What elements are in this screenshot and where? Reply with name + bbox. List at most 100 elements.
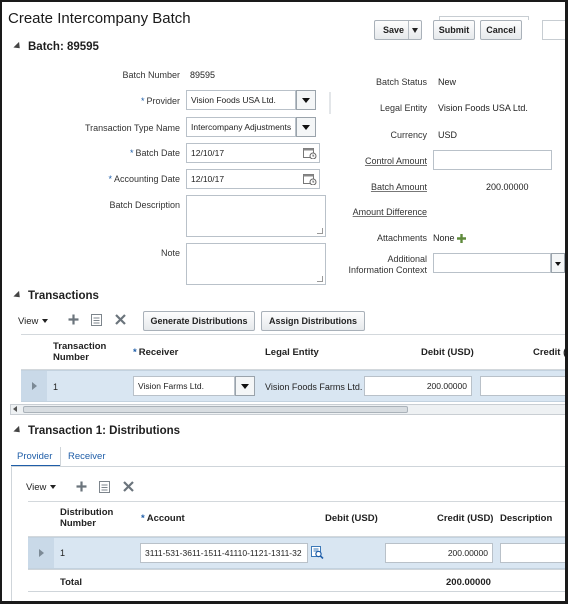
debit-column-header: Debit (USD) bbox=[325, 513, 378, 524]
generate-distributions-button[interactable]: Generate Distributions bbox=[143, 311, 255, 331]
note-field[interactable] bbox=[186, 243, 326, 285]
batch-description-label: Batch Description bbox=[109, 200, 180, 210]
required-icon: * bbox=[129, 148, 134, 158]
currency-value: USD bbox=[438, 130, 458, 140]
tab-receiver[interactable]: Receiver bbox=[68, 451, 106, 462]
required-icon: * bbox=[133, 347, 137, 358]
additional-info-label-line1: Additional bbox=[387, 254, 427, 264]
delete-icon[interactable] bbox=[123, 481, 134, 494]
collapse-icon[interactable] bbox=[13, 290, 23, 301]
additional-info-dropdown-icon[interactable] bbox=[551, 253, 565, 273]
total-credit-value: 200.00000 bbox=[446, 577, 491, 588]
submit-button[interactable]: Submit bbox=[433, 20, 475, 40]
row-expand-icon[interactable] bbox=[32, 382, 37, 390]
delete-icon[interactable] bbox=[115, 314, 126, 327]
transactions-section-header[interactable]: Transactions bbox=[13, 290, 99, 302]
additional-info-label-line2: Information Context bbox=[348, 265, 427, 275]
txn-number-header-line1: Transaction bbox=[53, 341, 107, 352]
provider-field[interactable]: Vision Foods USA Ltd. bbox=[186, 90, 296, 110]
provider-label: * Provider bbox=[140, 96, 180, 106]
transaction-type-label: Transaction Type Name bbox=[84, 123, 180, 133]
batch-section-title: Batch: 89595 bbox=[28, 41, 99, 53]
attachments-label: Attachments bbox=[376, 233, 427, 243]
additional-info-field[interactable] bbox=[433, 253, 551, 273]
resize-grip-icon[interactable] bbox=[317, 276, 323, 282]
save-button[interactable]: Save bbox=[383, 25, 404, 35]
required-icon: * bbox=[140, 96, 145, 106]
batch-description-field[interactable] bbox=[186, 195, 326, 237]
debit-field[interactable]: 200.00000 bbox=[364, 376, 472, 396]
control-amount-field[interactable] bbox=[433, 150, 552, 170]
collapse-icon[interactable] bbox=[13, 41, 23, 52]
amount-difference-label[interactable]: Amount Difference bbox=[322, 207, 427, 217]
transaction-type-field[interactable]: Intercompany Adjustments bbox=[186, 117, 296, 137]
debit-column-header: Debit (USD) bbox=[421, 347, 474, 358]
control-amount-label[interactable]: Control Amount bbox=[332, 156, 427, 166]
tab-bar-divider bbox=[11, 466, 565, 467]
receiver-field[interactable]: Vision Farms Ltd. bbox=[133, 376, 235, 396]
column-separator bbox=[329, 92, 331, 114]
transaction-type-dropdown-icon[interactable] bbox=[296, 117, 316, 137]
row-expand-icon[interactable] bbox=[39, 549, 44, 557]
required-icon: * bbox=[141, 513, 145, 524]
total-label: Total bbox=[60, 577, 82, 588]
dist-credit-field[interactable]: 200.00000 bbox=[385, 543, 493, 563]
batch-number-label: Batch Number bbox=[122, 70, 180, 80]
chevron-down-icon bbox=[50, 485, 57, 489]
transactions-section-title: Transactions bbox=[28, 290, 99, 302]
cancel-button[interactable]: Cancel bbox=[480, 20, 522, 40]
receiver-column-header: * Receiver bbox=[133, 347, 179, 358]
chevron-down-icon bbox=[42, 319, 49, 323]
save-split-button[interactable]: Save bbox=[374, 20, 422, 40]
view-menu[interactable]: View bbox=[26, 482, 57, 493]
add-attachment-icon[interactable] bbox=[456, 233, 467, 244]
add-icon[interactable] bbox=[76, 481, 87, 494]
batch-date-field[interactable]: 12/10/17 bbox=[186, 143, 320, 163]
save-menu-icon[interactable] bbox=[412, 28, 418, 33]
batch-status-value: New bbox=[438, 77, 457, 87]
currency-label: Currency bbox=[390, 130, 427, 140]
txn-number-cell: 1 bbox=[53, 382, 59, 392]
legal-entity-value: Vision Foods USA Ltd. bbox=[438, 103, 528, 113]
account-column-header: * Account bbox=[141, 513, 185, 524]
note-label: Note bbox=[160, 248, 180, 258]
txn-number-header-line2: Number bbox=[53, 352, 89, 363]
distributions-left-border bbox=[11, 467, 12, 601]
assign-distributions-button[interactable]: Assign Distributions bbox=[261, 311, 365, 331]
freeze-icon[interactable] bbox=[99, 481, 110, 495]
attachments-value: None bbox=[433, 233, 455, 243]
receiver-dropdown-icon[interactable] bbox=[235, 376, 255, 396]
calendar-icon[interactable] bbox=[303, 173, 317, 185]
legal-entity-label: Legal Entity bbox=[379, 103, 427, 113]
resize-grip-icon[interactable] bbox=[317, 228, 323, 234]
scroll-thumb[interactable] bbox=[23, 406, 408, 413]
add-icon[interactable] bbox=[68, 314, 79, 327]
account-field[interactable]: 3111-531-3611-1511-41110-1121-1311-32 bbox=[140, 543, 308, 563]
dist-number-cell: 1 bbox=[60, 548, 66, 558]
tab-separator bbox=[60, 447, 61, 467]
provider-dropdown-icon[interactable] bbox=[296, 90, 316, 110]
horizontal-scrollbar[interactable] bbox=[10, 404, 565, 415]
tab-provider[interactable]: Provider bbox=[17, 451, 52, 462]
batch-section-header[interactable]: Batch: 89595 bbox=[13, 41, 99, 53]
batch-date-label: * Batch Date bbox=[129, 148, 180, 158]
calendar-icon[interactable] bbox=[303, 147, 317, 159]
accounting-date-label: * Accounting Date bbox=[108, 174, 180, 184]
batch-status-label: Batch Status bbox=[375, 77, 427, 87]
view-menu[interactable]: View bbox=[18, 316, 49, 327]
accounting-date-field[interactable]: 12/10/17 bbox=[186, 169, 320, 189]
toolbar-overflow-edge bbox=[439, 16, 529, 20]
dist-description-field[interactable] bbox=[500, 543, 565, 563]
batch-amount-label[interactable]: Batch Amount bbox=[332, 182, 427, 192]
distributions-section-header[interactable]: Transaction 1: Distributions bbox=[13, 425, 181, 437]
toolbar-overflow-button[interactable] bbox=[542, 20, 565, 40]
row-divider bbox=[28, 569, 565, 570]
scroll-left-icon[interactable] bbox=[13, 406, 17, 412]
distributions-section-title: Transaction 1: Distributions bbox=[28, 425, 181, 437]
search-icon[interactable] bbox=[311, 546, 324, 559]
required-icon: * bbox=[108, 174, 112, 184]
freeze-icon[interactable] bbox=[91, 314, 102, 328]
collapse-icon[interactable] bbox=[13, 425, 23, 436]
legal-entity-cell: Vision Foods Farms Ltd. bbox=[265, 382, 363, 392]
credit-field[interactable] bbox=[480, 376, 565, 396]
